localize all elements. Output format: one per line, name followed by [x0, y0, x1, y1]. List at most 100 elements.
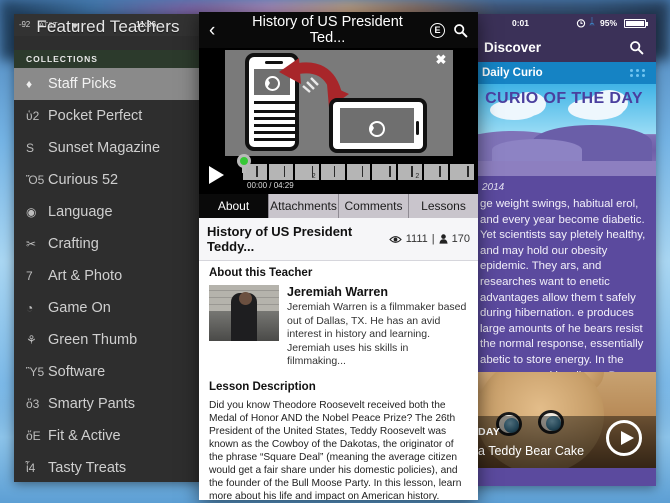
calendar-icon: Ὄ5 — [26, 173, 48, 187]
battery-percent: 95% — [600, 18, 617, 28]
timeline-segment[interactable] — [321, 164, 345, 180]
timeline-segment[interactable] — [372, 164, 396, 180]
lesson-title-bar: History of US President Teddy... 1111 | … — [199, 218, 478, 261]
discover-window: 0:01 ᛦ 95% Discover Daily Curio CURIO OF… — [472, 14, 656, 486]
article-body: ge weight swings, habitual erol, and eve… — [472, 195, 656, 400]
glasses-icon: ὅ3 — [26, 397, 48, 411]
timeline-segment[interactable]: 2 — [295, 164, 319, 180]
discover-header: Discover — [472, 32, 656, 62]
right-status-bar: 0:01 ᛦ 95% — [472, 14, 656, 32]
search-icon[interactable] — [629, 40, 644, 55]
screen: -92 AT&T 11:06 Featured Teachers COLLECT… — [0, 0, 670, 503]
tab-comments[interactable]: Comments — [339, 194, 409, 218]
curio-of-the-day-title: CURIO OF THE DAY — [472, 90, 656, 108]
sprout-icon: ⚘ — [26, 333, 48, 347]
timeline-segment[interactable] — [269, 164, 293, 180]
video-controls: 22 00:00 / 04:29 — [199, 158, 478, 194]
lesson-description-section: Lesson Description — [199, 375, 478, 399]
timeline-segment[interactable] — [424, 164, 448, 180]
lesson-stats: 1111 | 170 — [389, 233, 470, 245]
about-teacher-section: About this Teacher — [199, 261, 478, 285]
eye-icon: ◉ — [26, 205, 48, 219]
back-chevron-icon[interactable]: ‹ — [209, 21, 223, 40]
play-button[interactable] — [209, 166, 224, 184]
sidebar-item-label: Green Thumb — [48, 332, 137, 348]
tab-attachments[interactable]: Attachments — [269, 194, 339, 218]
field-shape — [472, 161, 656, 176]
sidebar-item-crafting[interactable]: ✂ Crafting — [14, 228, 202, 260]
eye-icon — [389, 235, 402, 244]
sidebar-item-label: Tasty Treats — [48, 460, 126, 476]
daily-curio-bar[interactable]: Daily Curio — [472, 62, 656, 84]
video-player[interactable]: ✖ — [199, 48, 478, 158]
sidebar-item-sunset-magazine[interactable]: S Sunset Magazine — [14, 132, 202, 164]
play-circle-icon — [369, 121, 385, 137]
battery-icon — [624, 19, 646, 28]
modal-header: ‹ History of US President Ted... E — [199, 12, 478, 48]
hero-hills — [472, 126, 656, 176]
about-teacher-heading: About this Teacher — [209, 267, 468, 279]
sidebar-item-label: Fit & Active — [48, 428, 121, 444]
explicit-badge-icon[interactable]: E — [430, 23, 445, 38]
avatar-head — [239, 292, 252, 305]
right-status-time: 0:01 — [512, 18, 529, 28]
grid-dots-icon[interactable] — [630, 69, 646, 77]
lesson-title: History of US President Teddy... — [207, 224, 389, 254]
lesson-detail-window: ‹ History of US President Ted... E ✖ 2 2… — [199, 12, 478, 500]
play-circle-icon[interactable] — [606, 420, 642, 456]
close-icon[interactable]: ✖ — [435, 54, 447, 66]
teacher-bio: Jeremiah Warren is a filmmaker based out… — [287, 301, 468, 369]
playhead-marker[interactable] — [237, 154, 251, 172]
sidebar-item-curious-52[interactable]: Ὄ5 Curious 52 — [14, 164, 202, 196]
utensil-icon: ἷ4 — [26, 461, 48, 475]
time-display: 00:00 / 04:29 — [247, 181, 294, 190]
curio-hero-illustration: CURIO OF THE DAY — [472, 84, 656, 176]
sidebar-item-staff-picks[interactable]: ♦ Staff Picks — [14, 68, 202, 100]
sidebar-item-tasty-treats[interactable]: ἷ4 Tasty Treats — [14, 452, 202, 482]
sidebar-item-art-photo[interactable]: ὏7 Art & Photo — [14, 260, 202, 292]
daily-curio-label: Daily Curio — [482, 67, 543, 79]
letter-s-icon: S — [26, 141, 48, 155]
clock-icon: ◔ — [26, 301, 48, 315]
tab-about[interactable]: About — [199, 194, 269, 218]
modal-title: History of US President Ted... — [231, 14, 422, 46]
sidebar-item-green-thumb[interactable]: ⚘ Green Thumb — [14, 324, 202, 356]
teacher-name: Jeremiah Warren — [287, 285, 468, 299]
video-timeline[interactable]: 22 — [243, 164, 474, 180]
lesson-description-text: Did you know Theodore Roosevelt received… — [199, 399, 478, 500]
sidebar-item-game-on[interactable]: ◔ Game On — [14, 292, 202, 324]
tab-lessons[interactable]: Lessons — [409, 194, 478, 218]
photo-kicker: DAY — [478, 426, 500, 438]
sidebar-item-label: Art & Photo — [48, 268, 122, 284]
view-count: 1111 — [406, 233, 428, 245]
rotate-device-overlay: ✖ — [225, 50, 453, 156]
teacher-block: Jeremiah Warren Jeremiah Warren is a fil… — [199, 285, 478, 375]
search-icon[interactable] — [453, 23, 468, 38]
bluetooth-icon: ᛦ — [589, 17, 595, 28]
camera-icon: ὏7 — [26, 269, 48, 283]
sidebar-item-label: Language — [48, 204, 113, 220]
phone-speaker — [416, 121, 419, 135]
timeline-segment[interactable] — [347, 164, 371, 180]
discover-title: Discover — [484, 40, 541, 55]
sidebar-item-pocket-perfect[interactable]: ὑ2 Pocket Perfect — [14, 100, 202, 132]
sidebar-item-fit-active[interactable]: ὅE Fit & Active — [14, 420, 202, 452]
hill-shape — [492, 139, 582, 161]
sidebar-item-language[interactable]: ◉ Language — [14, 196, 202, 228]
lesson-description-heading: Lesson Description — [209, 381, 468, 393]
article-date: 2014 — [472, 176, 656, 195]
teddy-bear-photo-card[interactable]: DAY a Teddy Bear Cake — [472, 372, 656, 468]
sidebar-item-smarty-pants[interactable]: ὅ3 Smarty Pants — [14, 388, 202, 420]
sidebar-item-software[interactable]: Ὓ5 Software — [14, 356, 202, 388]
alarm-icon — [576, 18, 586, 28]
sidebar-item-label: Sunset Magazine — [48, 140, 160, 156]
shoe-icon: ὅE — [26, 429, 48, 443]
timeline-segment[interactable]: 2 — [398, 164, 422, 180]
collections-header: COLLECTIONS — [14, 50, 202, 68]
timeline-segment[interactable] — [450, 164, 474, 180]
page-title: Featured Teachers — [14, 17, 202, 37]
sidebar-item-label: Pocket Perfect — [48, 108, 142, 124]
content-tabs: About Attachments Comments Lessons — [199, 194, 478, 218]
stats-separator: | — [432, 233, 435, 245]
collections-sidebar-window: -92 AT&T 11:06 Featured Teachers COLLECT… — [14, 14, 202, 482]
